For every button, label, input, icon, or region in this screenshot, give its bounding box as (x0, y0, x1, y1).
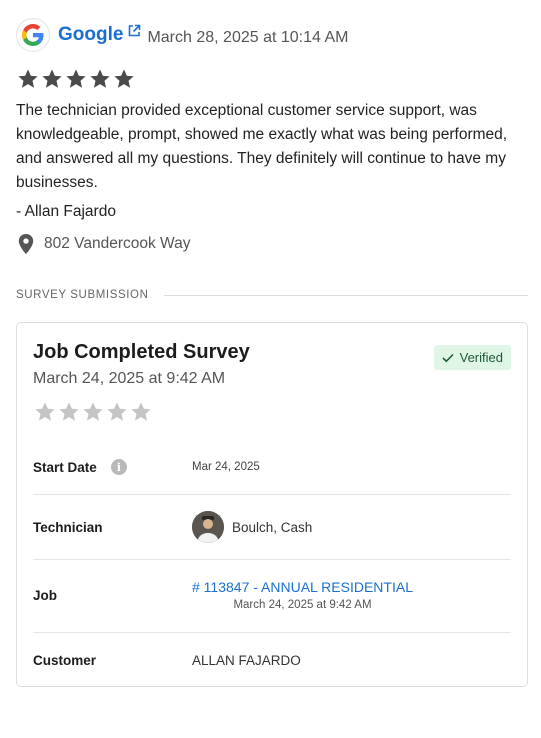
job-link[interactable]: # 113847 - ANNUAL RESIDENTIAL (192, 579, 413, 595)
start-date-value: Mar 24, 2025 (192, 461, 260, 473)
survey-date: March 24, 2025 at 9:42 AM (33, 370, 226, 387)
row-divider (33, 559, 511, 560)
location-address: 802 Vandercook Way (44, 235, 191, 252)
job-date: March 24, 2025 at 9:42 AM (233, 599, 372, 611)
star-icon (114, 69, 134, 88)
customer-label: Customer (33, 652, 97, 668)
review-star-rating (17, 68, 135, 90)
star-icon (90, 69, 110, 88)
survey-star-rating (34, 401, 152, 423)
google-source-link[interactable]: Google (58, 24, 123, 46)
review-location: 802 Vandercook Way (18, 232, 190, 256)
job-label: Job (33, 587, 58, 603)
survey-title: Job Completed Survey (33, 341, 250, 363)
technician-name: Boulch, Cash (232, 519, 313, 535)
row-divider (33, 494, 511, 495)
check-icon (442, 353, 454, 363)
divider-line (164, 294, 528, 296)
verified-badge: Verified (433, 345, 511, 370)
job-row: Job # 113847 - ANNUAL RESIDENTIAL March … (33, 575, 511, 615)
technician-value: Boulch, Cash (192, 511, 312, 543)
map-pin-icon (18, 234, 34, 254)
review-date: March 28, 2025 at 10:14 AM (147, 29, 349, 46)
star-icon (18, 69, 38, 88)
customer-row: Customer ALLAN FAJARDO (33, 648, 511, 672)
technician-label: Technician (33, 519, 103, 535)
star-icon (66, 69, 86, 88)
section-divider: SURVEY SUBMISSION (16, 289, 528, 301)
avatar (192, 511, 224, 543)
technician-row: Technician Boulch, Cash (33, 510, 511, 544)
star-icon (42, 69, 62, 88)
review-header: Google March 28, 2025 at 10:14 AM (16, 18, 348, 52)
review-text: The technician provided exceptional cust… (16, 102, 508, 191)
empty-star-icon (59, 402, 79, 421)
google-logo-icon (16, 18, 50, 52)
review-author: - Allan Fajardo (16, 203, 116, 220)
start-date-label: Start Date i (33, 459, 192, 475)
empty-star-icon (131, 402, 151, 421)
empty-star-icon (35, 402, 55, 421)
empty-star-icon (107, 402, 127, 421)
verified-label: Verified (459, 350, 503, 365)
section-label: SURVEY SUBMISSION (16, 289, 149, 301)
customer-value: ALLAN FAJARDO (192, 652, 301, 668)
survey-card: Job Completed Survey March 24, 2025 at 9… (16, 322, 528, 687)
info-icon[interactable]: i (110, 459, 127, 475)
job-value: # 113847 - ANNUAL RESIDENTIAL March 24, … (192, 579, 413, 611)
row-divider (33, 632, 511, 633)
empty-star-icon (83, 402, 103, 421)
external-link-icon[interactable] (127, 24, 141, 38)
start-date-row: Start Date i Mar 24, 2025 (33, 455, 511, 479)
start-date-label-text: Start Date (33, 459, 97, 475)
